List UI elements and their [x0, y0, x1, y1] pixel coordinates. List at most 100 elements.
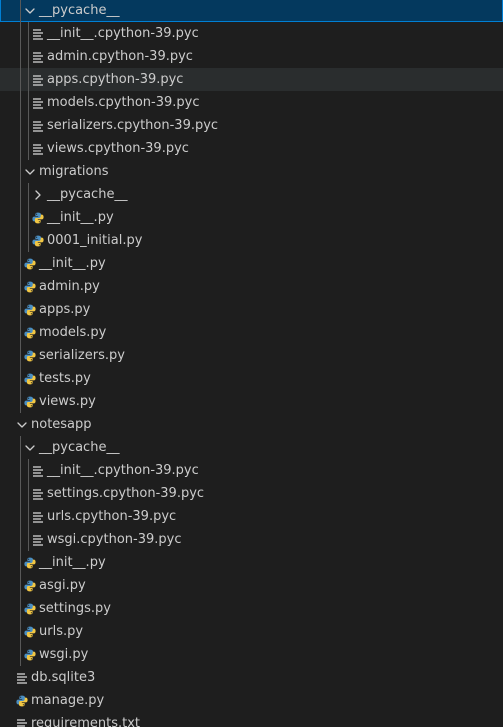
indent-guide	[20, 114, 21, 137]
file-label: views.cpython-39.pyc	[47, 141, 189, 156]
file-row-views-cpython-39-pyc[interactable]: views.cpython-39.pyc	[0, 137, 503, 160]
python-icon	[22, 367, 38, 390]
file-row-settings-py[interactable]: settings.py	[0, 597, 503, 620]
indent-guide	[28, 206, 29, 229]
lines-file-icon	[30, 22, 46, 45]
folder-row-pycache[interactable]: __pycache__	[0, 0, 503, 22]
file-label: settings.py	[39, 601, 111, 616]
lines-file-icon	[30, 114, 46, 137]
indent-guide	[20, 505, 21, 528]
indent-guide	[20, 298, 21, 321]
lines-file-icon	[30, 137, 46, 160]
file-row-urls-py[interactable]: urls.py	[0, 620, 503, 643]
file-label: tests.py	[39, 371, 91, 386]
chevron-down-icon[interactable]	[14, 413, 30, 436]
python-icon	[22, 551, 38, 574]
indent-guide	[20, 0, 21, 22]
file-label: __init__.py	[39, 555, 106, 570]
indent-guide	[20, 459, 21, 482]
lines-file-icon	[30, 45, 46, 68]
lines-file-icon	[30, 505, 46, 528]
file-row-serializers-cpython-39-pyc[interactable]: serializers.cpython-39.pyc	[0, 114, 503, 137]
chevron-down-icon[interactable]	[22, 160, 38, 183]
indent-guide	[28, 459, 29, 482]
file-row-admin-cpython-39-pyc[interactable]: admin.cpython-39.pyc	[0, 45, 503, 68]
file-row-views-py[interactable]: views.py	[0, 390, 503, 413]
folder-label: notesapp	[31, 417, 92, 432]
folder-label: __pycache__	[39, 3, 120, 18]
chevron-down-icon[interactable]	[22, 0, 38, 22]
file-label: db.sqlite3	[31, 670, 96, 685]
indent-guide	[20, 252, 21, 275]
indent-guide	[20, 22, 21, 45]
indent-guide	[20, 436, 21, 459]
file-row-serializers-py[interactable]: serializers.py	[0, 344, 503, 367]
folder-row-migrations[interactable]: migrations	[0, 160, 503, 183]
python-icon	[22, 252, 38, 275]
file-label: __init__.py	[47, 210, 114, 225]
file-row-settings-cpython-39-pyc[interactable]: settings.cpython-39.pyc	[0, 482, 503, 505]
indent-guide	[20, 68, 21, 91]
file-row-models-py[interactable]: models.py	[0, 321, 503, 344]
file-row-models-cpython-39-pyc[interactable]: models.cpython-39.pyc	[0, 91, 503, 114]
file-label: __init__.cpython-39.pyc	[47, 26, 199, 41]
file-label: serializers.cpython-39.pyc	[47, 118, 219, 133]
chevron-right-icon[interactable]	[30, 183, 46, 206]
file-label: manage.py	[31, 693, 105, 708]
file-label: views.py	[39, 394, 96, 409]
folder-row-notesapp[interactable]: notesapp	[0, 413, 503, 436]
folder-row-pycache[interactable]: __pycache__	[0, 436, 503, 459]
file-row-wsgi-py[interactable]: wsgi.py	[0, 643, 503, 666]
indent-guide	[20, 275, 21, 298]
file-row-apps-py[interactable]: apps.py	[0, 298, 503, 321]
indent-guide	[20, 229, 21, 252]
file-label: urls.py	[39, 624, 84, 639]
indent-guide	[20, 551, 21, 574]
file-row-db-sqlite3[interactable]: db.sqlite3	[0, 666, 503, 689]
indent-guide	[20, 390, 21, 413]
file-row-0001-initial-py[interactable]: 0001_initial.py	[0, 229, 503, 252]
indent-guide	[28, 482, 29, 505]
file-row-tests-py[interactable]: tests.py	[0, 367, 503, 390]
file-explorer: __pycache__ __init__.cpython-39.pyc admin.…	[0, 0, 503, 727]
file-row-init-cpython-39-pyc[interactable]: __init__.cpython-39.pyc	[0, 459, 503, 482]
file-row-apps-cpython-39-pyc[interactable]: apps.cpython-39.pyc	[0, 68, 503, 91]
file-row-requirements-txt[interactable]: requirements.txt	[0, 712, 503, 727]
indent-guide	[20, 367, 21, 390]
indent-guide	[28, 505, 29, 528]
file-row-admin-py[interactable]: admin.py	[0, 275, 503, 298]
python-icon	[22, 321, 38, 344]
folder-row-pycache[interactable]: __pycache__	[0, 183, 503, 206]
file-label: models.cpython-39.pyc	[47, 95, 200, 110]
folder-label: __pycache__	[47, 187, 128, 202]
python-icon	[22, 597, 38, 620]
file-row-wsgi-cpython-39-pyc[interactable]: wsgi.cpython-39.pyc	[0, 528, 503, 551]
lines-file-icon	[30, 459, 46, 482]
file-label: asgi.py	[39, 578, 86, 593]
file-label: models.py	[39, 325, 107, 340]
file-label: __init__.py	[39, 256, 106, 271]
indent-guide	[20, 528, 21, 551]
indent-guide	[28, 45, 29, 68]
indent-guide	[20, 574, 21, 597]
file-row-init-cpython-39-pyc[interactable]: __init__.cpython-39.pyc	[0, 22, 503, 45]
python-icon	[22, 344, 38, 367]
file-label: settings.cpython-39.pyc	[47, 486, 205, 501]
lines-file-icon	[30, 528, 46, 551]
indent-guide	[28, 183, 29, 206]
file-row-urls-cpython-39-pyc[interactable]: urls.cpython-39.pyc	[0, 505, 503, 528]
file-label: admin.py	[39, 279, 100, 294]
lines-file-icon	[30, 91, 46, 114]
indent-guide	[28, 91, 29, 114]
file-row-asgi-py[interactable]: asgi.py	[0, 574, 503, 597]
indent-guide	[20, 183, 21, 206]
file-row-init-py[interactable]: __init__.py	[0, 206, 503, 229]
chevron-down-icon[interactable]	[22, 436, 38, 459]
file-row-manage-py[interactable]: manage.py	[0, 689, 503, 712]
indent-guide	[28, 137, 29, 160]
file-row-init-py[interactable]: __init__.py	[0, 252, 503, 275]
python-icon	[22, 390, 38, 413]
file-label: admin.cpython-39.pyc	[47, 49, 193, 64]
file-label: 0001_initial.py	[47, 233, 143, 248]
file-row-init-py[interactable]: __init__.py	[0, 551, 503, 574]
